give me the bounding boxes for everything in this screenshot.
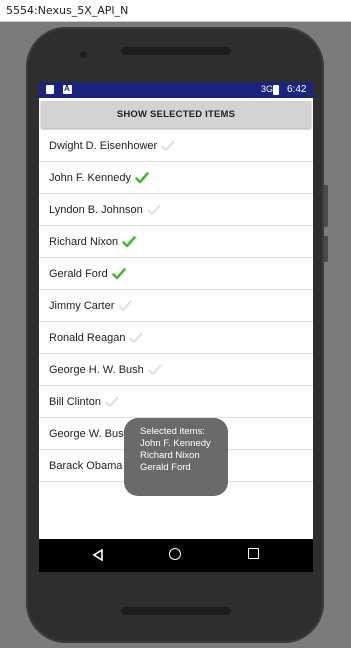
- list-item-label: Gerald Ford: [49, 267, 108, 280]
- list-item[interactable]: Dwight D. Eisenhower: [39, 130, 313, 162]
- phone-screen: 3G 6:42 SHOW SELECTED ITEMS Dwight D. Ei…: [39, 82, 313, 572]
- check-icon[interactable]: [105, 395, 119, 409]
- check-icon[interactable]: [122, 235, 136, 249]
- list-item[interactable]: Ronald Reagan: [39, 322, 313, 354]
- list-item-label: Barack Obama: [49, 459, 123, 472]
- check-icon[interactable]: [129, 331, 144, 345]
- list-item-label: Dwight D. Eisenhower: [49, 139, 158, 152]
- list-item[interactable]: Jimmy Carter: [39, 290, 313, 322]
- check-icon[interactable]: [111, 267, 126, 281]
- toast-line: John F. Kennedy: [140, 438, 211, 449]
- check-icon[interactable]: [161, 139, 175, 153]
- show-selected-items-button[interactable]: SHOW SELECTED ITEMS: [41, 101, 311, 128]
- front-camera: [80, 51, 87, 58]
- signal-label: 3G: [261, 84, 274, 94]
- notification-a-icon: [63, 84, 72, 94]
- status-time: 6:42: [287, 84, 307, 95]
- list-item[interactable]: Lyndon B. Johnson: [39, 194, 313, 226]
- list-item-label: Bill Clinton: [49, 395, 101, 408]
- navigation-bar: [39, 539, 313, 572]
- top-speaker: [121, 47, 231, 55]
- check-icon[interactable]: [147, 203, 161, 217]
- list-item-label: Jimmy Carter: [49, 299, 115, 312]
- list-item[interactable]: Bill Clinton: [39, 386, 313, 418]
- toast-heading: Selected items:: [140, 426, 205, 437]
- battery-icon: [273, 85, 279, 95]
- list-item-label: Ronald Reagan: [49, 331, 126, 344]
- emulator-title-bar: 5554:Nexus_5X_API_N: [0, 0, 351, 22]
- home-icon[interactable]: [169, 548, 181, 560]
- list-item-label: George H. W. Bush: [49, 363, 144, 376]
- power-button[interactable]: [324, 185, 328, 227]
- bottom-speaker: [121, 607, 231, 615]
- list-item[interactable]: Gerald Ford: [39, 258, 313, 290]
- list-item-label: Richard Nixon: [49, 235, 119, 248]
- toast-line: Richard Nixon: [140, 450, 200, 461]
- selected-items-toast: Selected items: John F. Kennedy Richard …: [124, 418, 228, 496]
- list-item-label: George W. Bush: [49, 427, 130, 440]
- check-icon[interactable]: [135, 171, 149, 185]
- list-item-label: Lyndon B. Johnson: [49, 203, 143, 216]
- check-icon[interactable]: [148, 363, 162, 377]
- list-item[interactable]: Richard Nixon: [39, 226, 313, 258]
- toast-line: Gerald Ford: [140, 462, 191, 473]
- recent-apps-icon[interactable]: [248, 548, 259, 559]
- list-item[interactable]: John F. Kennedy: [39, 162, 313, 194]
- volume-button[interactable]: [324, 236, 328, 262]
- sd-card-icon: [46, 85, 54, 94]
- back-icon[interactable]: [93, 549, 103, 561]
- list-item[interactable]: George H. W. Bush: [39, 354, 313, 386]
- check-icon[interactable]: [118, 299, 132, 313]
- emulator-title: 5554:Nexus_5X_API_N: [6, 4, 129, 17]
- list-item-label: John F. Kennedy: [49, 171, 131, 184]
- status-bar: 3G 6:42: [39, 82, 313, 98]
